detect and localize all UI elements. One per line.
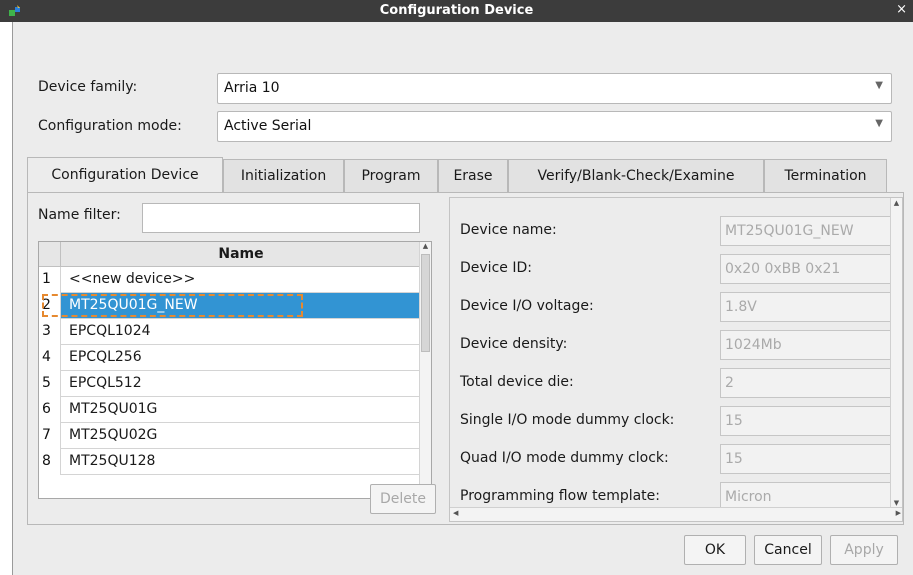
row-number: 4: [39, 345, 61, 371]
quad-io-dummy-clock-label: Quad I/O mode dummy clock:: [460, 450, 669, 466]
device-id-field: 0x20 0xBB 0x21: [720, 254, 900, 284]
scroll-up-icon[interactable]: ▲: [420, 242, 431, 254]
device-table: Name 1 <<new device>> 2 MT25QU01G_NEW 3 …: [38, 241, 432, 499]
configuration-mode-select[interactable]: Active Serial ▼: [217, 111, 892, 142]
tab-panel-configuration-device: Name filter: Name 1 <<new device>> 2 MT2…: [27, 192, 904, 525]
row-number: 7: [39, 423, 61, 449]
device-name-label: Device name:: [460, 222, 557, 238]
tab-initialization[interactable]: Initialization: [223, 159, 344, 193]
device-properties-pane: Device name: MT25QU01G_NEW Device ID: 0x…: [449, 197, 903, 522]
scrollbar-thumb[interactable]: [421, 254, 430, 352]
device-io-voltage-field: 1.8V: [720, 292, 900, 322]
row-number: 5: [39, 371, 61, 397]
table-vertical-scrollbar[interactable]: ▲ ▼: [419, 242, 431, 498]
device-name-cell: EPCQL512: [69, 375, 142, 391]
tab-verify-blank-check-examine[interactable]: Verify/Blank-Check/Examine: [508, 159, 764, 193]
tab-configuration-device[interactable]: Configuration Device: [27, 157, 223, 192]
properties-vertical-scrollbar[interactable]: ▲ ▼: [890, 198, 902, 508]
row-number: 6: [39, 397, 61, 423]
table-row-selected[interactable]: 2 MT25QU01G_NEW: [39, 293, 421, 319]
tab-program[interactable]: Program: [344, 159, 438, 193]
chevron-down-icon: ▼: [875, 118, 883, 129]
scroll-right-icon[interactable]: ▶: [896, 509, 901, 517]
tab-erase[interactable]: Erase: [438, 159, 508, 193]
device-name-cell: MT25QU128: [69, 453, 156, 469]
table-header: Name: [39, 242, 421, 267]
row-number: 3: [39, 319, 61, 345]
device-family-value: Arria 10: [224, 80, 280, 96]
configuration-mode-label: Configuration mode:: [38, 118, 182, 134]
scroll-left-icon[interactable]: ◀: [453, 509, 458, 517]
table-row[interactable]: 1 <<new device>>: [39, 267, 421, 293]
row-number: 8: [39, 449, 61, 475]
device-name-cell: EPCQL1024: [69, 323, 151, 339]
programming-flow-template-label: Programming flow template:: [460, 488, 661, 504]
name-filter-label: Name filter:: [38, 207, 121, 223]
table-row[interactable]: 3 EPCQL1024: [39, 319, 421, 345]
device-name-cell: MT25QU01G: [69, 401, 158, 417]
scroll-down-icon[interactable]: ▼: [891, 499, 902, 507]
device-name-field: MT25QU01G_NEW: [720, 216, 900, 246]
window-title: Configuration Device: [379, 3, 534, 18]
dialog-body: Device family: Arria 10 ▼ Configuration …: [12, 22, 913, 575]
apply-button[interactable]: Apply: [830, 535, 898, 565]
title-bar: Configuration Device ×: [0, 0, 913, 22]
device-name-cell: <<new device>>: [69, 271, 196, 287]
delete-button[interactable]: Delete: [370, 484, 436, 514]
device-name-cell: EPCQL256: [69, 349, 142, 365]
quad-io-dummy-clock-field: 15: [720, 444, 900, 474]
single-io-dummy-clock-field: 15: [720, 406, 900, 436]
table-row[interactable]: 7 MT25QU02G: [39, 423, 421, 449]
name-filter-input[interactable]: [142, 203, 420, 233]
device-density-label: Device density:: [460, 336, 568, 352]
table-row[interactable]: 5 EPCQL512: [39, 371, 421, 397]
cancel-button[interactable]: Cancel: [754, 535, 822, 565]
total-device-die-field: 2: [720, 368, 900, 398]
scroll-up-icon[interactable]: ▲: [891, 199, 902, 207]
table-row[interactable]: 6 MT25QU01G: [39, 397, 421, 423]
configuration-mode-value: Active Serial: [224, 118, 312, 134]
device-density-field: 1024Mb: [720, 330, 900, 360]
name-column-header[interactable]: Name: [61, 246, 421, 262]
tab-termination[interactable]: Termination: [764, 159, 887, 193]
row-number-header: [39, 242, 61, 267]
focus-outline: [42, 294, 303, 317]
row-number: 1: [39, 267, 61, 293]
total-device-die-label: Total device die:: [460, 374, 574, 390]
device-family-label: Device family:: [38, 79, 138, 95]
ok-button[interactable]: OK: [684, 535, 746, 565]
chevron-down-icon: ▼: [875, 80, 883, 91]
table-row[interactable]: 4 EPCQL256: [39, 345, 421, 371]
device-io-voltage-label: Device I/O voltage:: [460, 298, 594, 314]
table-row[interactable]: 8 MT25QU128: [39, 449, 421, 475]
device-name-cell: MT25QU02G: [69, 427, 158, 443]
properties-horizontal-scrollbar[interactable]: ◀ ▶: [450, 507, 902, 521]
close-icon[interactable]: ×: [896, 2, 907, 17]
device-id-label: Device ID:: [460, 260, 532, 276]
single-io-dummy-clock-label: Single I/O mode dummy clock:: [460, 412, 675, 428]
device-family-select[interactable]: Arria 10 ▼: [217, 73, 892, 104]
